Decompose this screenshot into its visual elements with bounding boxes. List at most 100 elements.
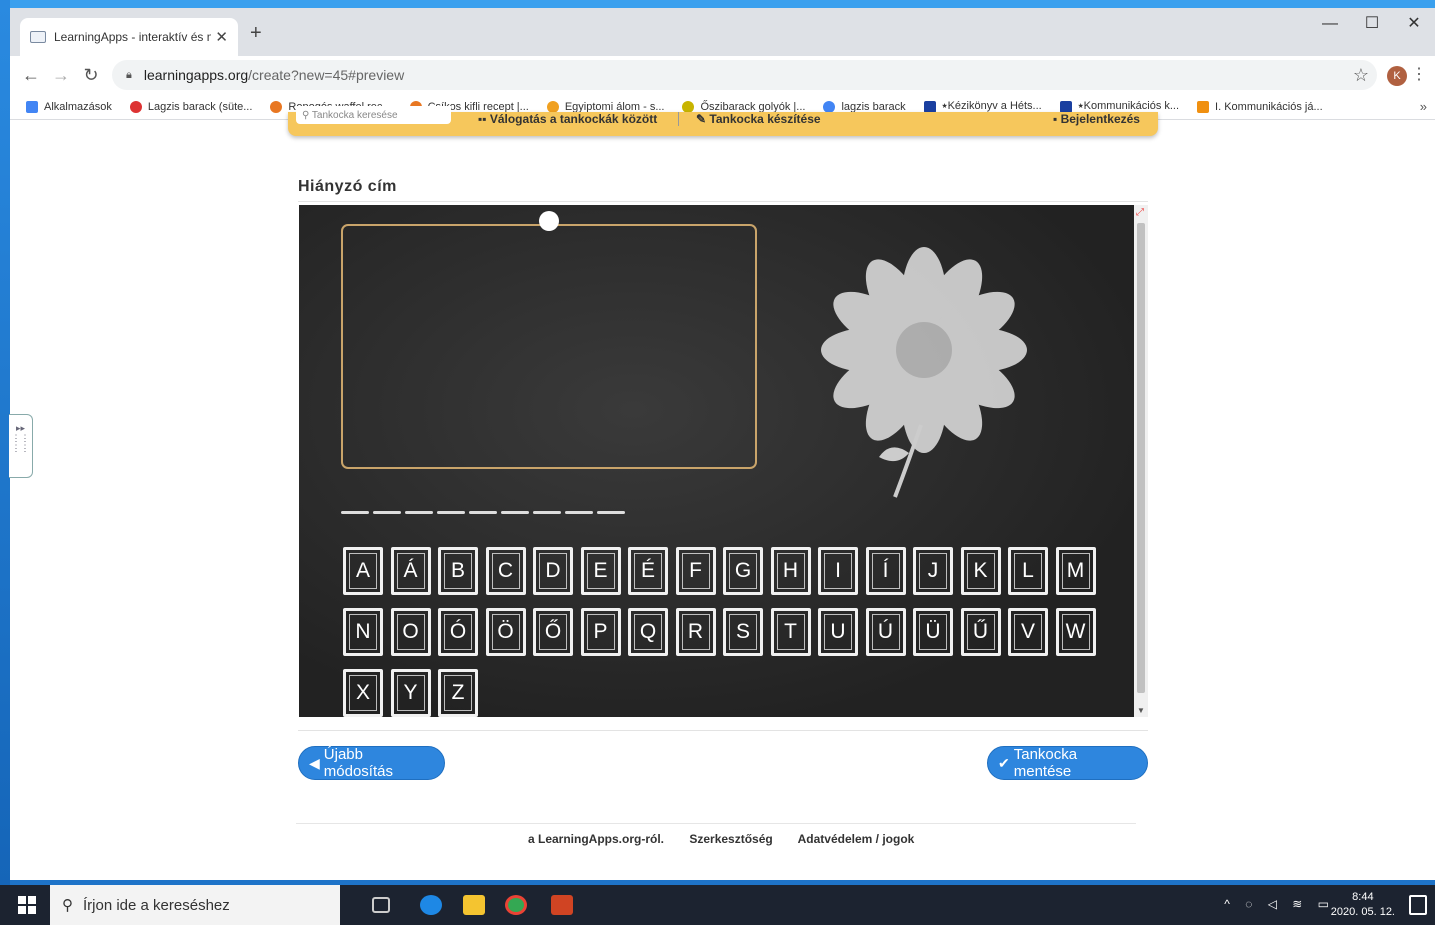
bookmark-item[interactable]: I. Kommunikációs já... [1197,100,1323,113]
letter-key[interactable]: Á [390,547,431,595]
stage-scrollbar[interactable]: ▼ [1134,205,1148,717]
windows-start-icon[interactable] [18,896,36,914]
letter-key[interactable]: X [343,669,383,717]
letter-slot [437,511,465,514]
bookmark-item[interactable]: Őszibarack golyók |... [682,100,805,113]
letter-key[interactable]: S [723,608,763,656]
side-panel-toggle[interactable]: ▸▸ ⋮⋮ ⋮⋮ [9,414,33,478]
notification-center-icon[interactable] [1409,895,1427,915]
browser-window: LearningApps - interaktív és mul ✕ + — ☐… [10,8,1435,880]
bookmark-item[interactable]: Lagzis barack (süte... [129,100,253,113]
letter-key[interactable]: T [770,608,811,656]
scroll-down-arrow-icon[interactable]: ▼ [1134,706,1148,715]
slider-handle[interactable] [539,211,559,231]
system-tray-icons[interactable]: ^ ◌ ◁ ≋ ▭ [1224,897,1335,911]
letter-key[interactable]: D [533,547,573,595]
modify-again-button[interactable]: ◀ Újabb módosítás [298,746,445,780]
letter-key[interactable]: Ú [865,608,906,656]
site-search-input[interactable]: ⚲ Tankocka keresése [296,106,451,124]
picture-frame [341,224,757,469]
letter-key[interactable]: O [390,608,431,656]
answer-letter-slots [341,511,629,514]
letter-key[interactable]: R [675,608,716,656]
letter-key[interactable]: I [818,547,858,595]
letter-key[interactable]: F [675,547,716,595]
letter-key[interactable]: A [343,547,383,595]
close-icon[interactable]: ✕ [215,28,228,46]
letter-key[interactable]: V [1008,608,1048,656]
bookmark-item[interactable]: lagzis barack [823,100,906,113]
letter-key[interactable]: Y [390,669,431,717]
letter-key[interactable]: L [1008,547,1048,595]
lock-icon: 🔒︎ [126,68,132,81]
footer-editorial-link[interactable]: Szerkesztőség [689,832,772,846]
desktop-edge-top [0,0,1435,8]
url-input[interactable]: 🔒︎ learningapps.org/create?new=45#previe… [112,60,1377,90]
taskbar-search-input[interactable]: ⚲ Írjon ide a kereséshez [50,885,340,925]
forward-arrow-icon[interactable]: → [46,65,76,86]
letter-key[interactable]: Í [865,547,906,595]
letter-key[interactable]: Ó [438,608,478,656]
powerpoint-icon[interactable] [551,895,573,915]
letter-key[interactable]: Q [628,608,668,656]
back-arrow-icon[interactable]: ← [16,65,46,86]
bookmark-favicon-icon [682,100,695,113]
maximize-icon[interactable]: ☐ [1351,10,1393,38]
bookmark-label: I. Kommunikációs já... [1215,100,1323,113]
bookmark-label: Lagzis barack (süte... [147,100,253,113]
minimize-icon[interactable]: — [1309,10,1351,38]
nav-login-link[interactable]: ▪ Bejelentkezés [1053,112,1140,126]
letter-key[interactable]: H [770,547,811,595]
bookmarks-overflow-icon[interactable]: » [1420,99,1427,114]
letter-key[interactable]: Z [438,669,478,717]
letter-key[interactable]: G [723,547,763,595]
nav-create-link[interactable]: ✎ Tankocka készítése [696,112,821,126]
letter-key[interactable]: B [438,547,478,595]
save-app-button[interactable]: ✔ Tankocka mentése [987,746,1148,780]
letter-key[interactable]: Ő [533,608,573,656]
edge-browser-icon[interactable] [420,895,442,915]
letter-key[interactable]: W [1055,608,1096,656]
window-close-icon[interactable]: ✕ [1393,10,1435,38]
fullscreen-icon[interactable]: ⤢ [1136,207,1144,218]
google-icon [823,100,836,113]
letter-key[interactable]: Ö [485,608,526,656]
search-icon: ⚲ [62,897,73,914]
taskbar-clock[interactable]: 8:44 2020. 05. 12. [1331,890,1395,920]
bookmark-favicon-icon [129,100,142,113]
letter-key[interactable]: E [580,547,621,595]
letter-slot [565,511,593,514]
search-placeholder: Tankocka keresése [311,110,398,121]
letter-key[interactable]: U [818,608,858,656]
tab-strip: LearningApps - interaktív és mul ✕ + — ☐… [10,8,1435,56]
letter-key[interactable]: P [580,608,621,656]
letter-key[interactable]: É [628,547,668,595]
chrome-icon[interactable] [505,895,527,915]
letter-key[interactable]: M [1055,547,1096,595]
bookmark-star-icon[interactable]: ☆ [1353,65,1369,86]
scroll-thumb[interactable] [1137,223,1145,693]
bookmark-item[interactable]: Egyiptomi álom - s... [546,100,664,113]
letter-key[interactable]: J [913,547,953,595]
letter-key[interactable]: Ü [913,608,953,656]
address-bar: ← → ↻ 🔒︎ learningapps.org/create?new=45#… [10,56,1435,94]
new-tab-button[interactable]: + [250,22,262,45]
reload-icon[interactable]: ↻ [76,65,106,86]
profile-avatar[interactable]: K [1387,66,1407,86]
letter-key[interactable]: K [960,547,1001,595]
letter-key[interactable]: Ű [960,608,1001,656]
letter-key[interactable]: N [343,608,383,656]
bookmark-apps[interactable]: Alkalmazások [26,100,112,113]
browser-tab[interactable]: LearningApps - interaktív és mul ✕ [20,18,238,56]
file-explorer-icon[interactable] [463,895,485,915]
page-title: Hiányzó cím [298,178,397,195]
footer-privacy-link[interactable]: Adatvédelem / jogok [798,832,915,846]
nav-browse-link[interactable]: ▪▪ Válogatás a tankockák között [478,112,657,126]
task-view-icon[interactable] [372,897,390,913]
divider [298,730,1148,731]
tab-title: LearningApps - interaktív és mul [54,30,212,44]
menu-kebab-icon[interactable]: ⋮ [1411,64,1427,84]
letter-key[interactable]: C [485,547,526,595]
taskbar: ⚲ Írjon ide a kereséshez ^ ◌ ◁ ≋ ▭ 8:44 … [0,885,1435,925]
footer-about-link[interactable]: a LearningApps.org-ról. [528,832,664,846]
